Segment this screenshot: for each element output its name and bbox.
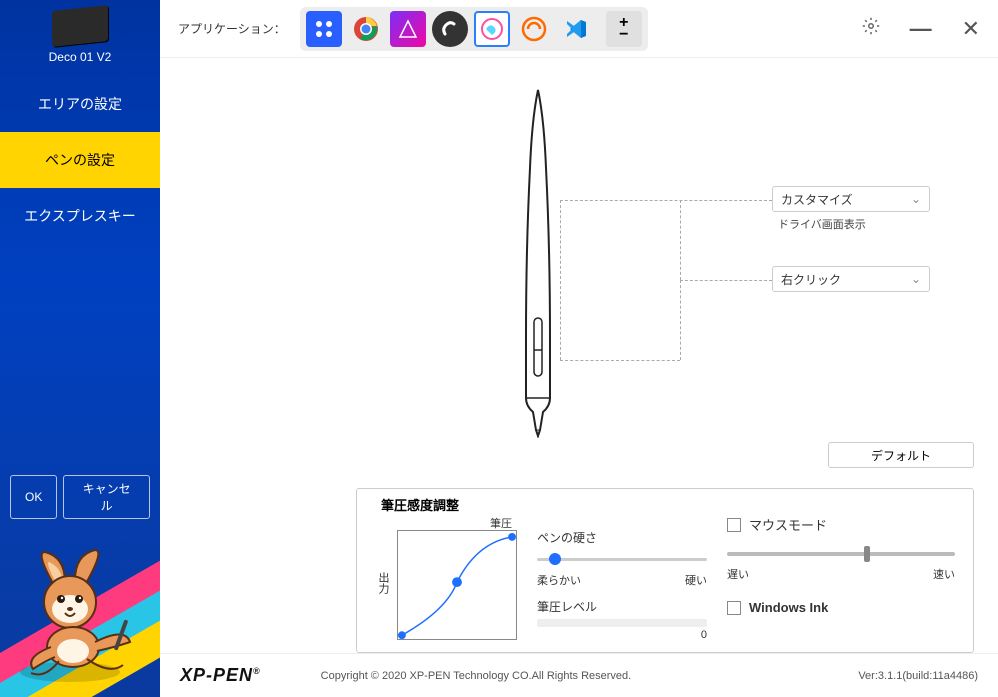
mouse-mode-label: マウスモード (749, 515, 827, 534)
pressure-right-column: マウスモード 遅い 速い Windows Ink (727, 515, 955, 640)
app-icon-affinity[interactable] (390, 11, 426, 47)
app-icon-sketchbook[interactable] (516, 11, 552, 47)
chevron-down-icon: ⌄ (911, 272, 921, 286)
pen-button1-value: カスタマイズ (781, 191, 853, 208)
pressure-curve-block: 出力 筆圧 (375, 525, 517, 640)
device-name: Deco 01 V2 (0, 50, 160, 64)
pen-settings-area: カスタマイズ ⌄ ドライバ画面表示 右クリック ⌄ デフォルト 筆圧感度調整 出… (160, 58, 998, 697)
version-text: Ver:3.1.1(build:11a4486) (858, 670, 978, 682)
pressure-curve (398, 531, 516, 639)
hardness-soft-label: 柔らかい (537, 572, 581, 588)
minimize-icon[interactable]: — (910, 16, 932, 42)
copyright-text: Copyright © 2020 XP-PEN Technology CO.Al… (321, 670, 632, 682)
close-icon[interactable]: ✕ (962, 16, 980, 42)
mascot-illustration (0, 527, 160, 697)
pressure-title: 筆圧感度調整 (381, 495, 459, 514)
pressure-panel: 筆圧感度調整 出力 筆圧 ペンの硬さ (356, 488, 974, 653)
pen-button2-value: 右クリック (781, 271, 841, 288)
speed-fast-label: 速い (933, 566, 955, 582)
pen-illustration (508, 88, 568, 438)
curve-xlabel: 筆圧 (490, 515, 512, 531)
hardness-slider[interactable] (537, 550, 707, 568)
pen-button1-dropdown[interactable]: カスタマイズ ⌄ (772, 186, 930, 212)
mouse-speed-slider[interactable] (727, 544, 955, 562)
titlebar: アプリケーション： +− (160, 0, 998, 58)
hardness-hard-label: 硬い (685, 572, 707, 588)
tablet-thumbnail (52, 5, 108, 47)
device-block: Deco 01 V2 (0, 0, 160, 76)
speed-slow-label: 遅い (727, 566, 749, 582)
chevron-down-icon: ⌄ (911, 192, 921, 206)
windows-ink-label: Windows Ink (749, 600, 828, 615)
application-label: アプリケーション： (178, 20, 286, 37)
nav-pen-settings[interactable]: ペンの設定 (0, 132, 160, 188)
cancel-button[interactable]: キャンセル (63, 475, 150, 519)
hardness-sliders: ペンの硬さ 柔らかい 硬い 筆圧レベル 0 (537, 529, 707, 640)
app-icon-1[interactable] (306, 11, 342, 47)
pressure-level-value: 0 (537, 629, 707, 641)
pressure-level-bar (537, 619, 707, 627)
app-icon-krita[interactable] (474, 11, 510, 47)
footer: XP-PEN® Copyright © 2020 XP-PEN Technolo… (160, 653, 998, 697)
default-button[interactable]: デフォルト (828, 442, 974, 468)
brand-logo: XP-PEN® (180, 665, 261, 686)
application-list: +− (300, 7, 648, 51)
settings-icon[interactable] (862, 17, 880, 40)
curve-ylabel: 出力 (375, 572, 391, 594)
windows-ink-checkbox[interactable] (727, 601, 741, 615)
app-icon-vscode[interactable] (558, 11, 594, 47)
pressure-level-label: 筆圧レベル (537, 598, 707, 615)
main-panel: アプリケーション： +− (160, 0, 998, 697)
mouse-mode-checkbox[interactable] (727, 518, 741, 532)
app-icon-clipstudio[interactable] (432, 11, 468, 47)
ok-button[interactable]: OK (10, 475, 57, 519)
hardness-label: ペンの硬さ (537, 529, 707, 546)
app-icon-chrome[interactable] (348, 11, 384, 47)
pen-button1-subtitle: ドライバ画面表示 (778, 216, 866, 232)
nav-area-settings[interactable]: エリアの設定 (0, 76, 160, 132)
pressure-curve-box[interactable]: 筆圧 (397, 530, 517, 640)
sidebar: Deco 01 V2 エリアの設定 ペンの設定 エクスプレスキー OK キャンセ… (0, 0, 160, 697)
pen-button2-dropdown[interactable]: 右クリック ⌄ (772, 266, 930, 292)
add-remove-app-button[interactable]: +− (606, 11, 642, 47)
nav-express-keys[interactable]: エクスプレスキー (0, 188, 160, 244)
